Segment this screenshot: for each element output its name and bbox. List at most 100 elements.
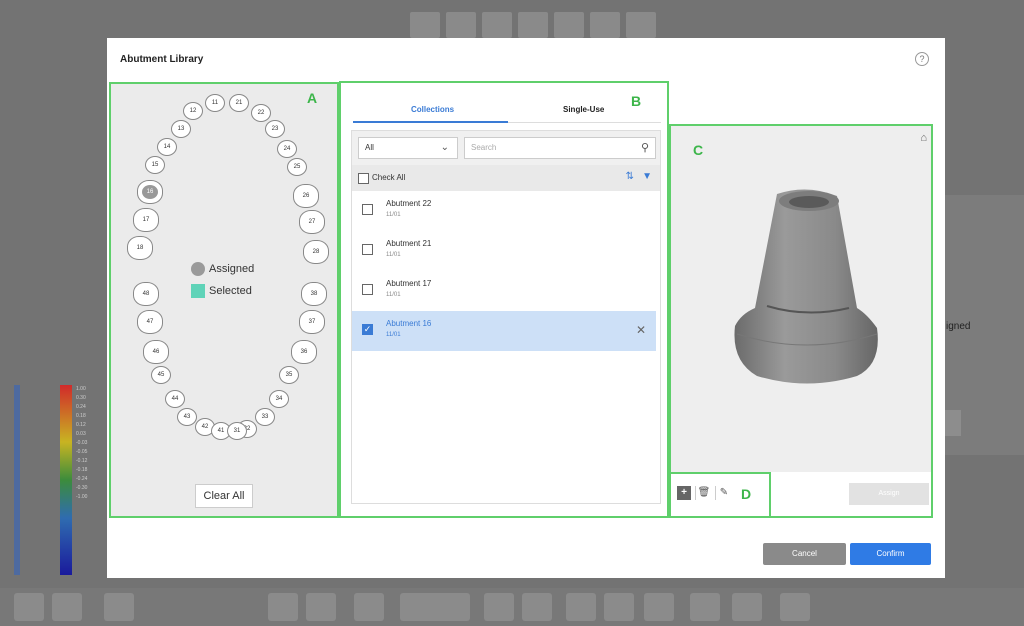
bottom-tool-8[interactable]: [644, 593, 674, 621]
tooth-17[interactable]: 17: [133, 208, 159, 232]
tab-single-use[interactable]: Single-Use: [563, 105, 604, 114]
toolbar-tool-5[interactable]: [554, 12, 584, 38]
cancel-button[interactable]: Cancel: [763, 543, 846, 565]
search-input[interactable]: Search ⚲: [464, 137, 656, 159]
tooth-43[interactable]: 43: [177, 408, 197, 426]
deviation-color-scale: 1.00 0.30 0.24 0.18 0.12 0.03 -0.03 -0.05 -0.12 -…: [10, 385, 100, 585]
toolbar-tool-3[interactable]: [482, 12, 512, 38]
assign-button[interactable]: Assign: [849, 483, 929, 505]
view-reset-icon[interactable]: ⌂: [920, 132, 927, 144]
tooth-16[interactable]: 16: [137, 180, 163, 204]
item-checkbox-checked[interactable]: ✓: [362, 324, 373, 335]
item-checkbox[interactable]: [362, 244, 373, 255]
bottom-tool-1[interactable]: [104, 593, 134, 621]
filter-icon[interactable]: ▼: [642, 171, 652, 182]
scale-slider-track[interactable]: [14, 385, 20, 575]
add-icon[interactable]: +: [677, 486, 691, 500]
scale-value: 0.18: [76, 413, 86, 419]
scale-value: -0.12: [76, 458, 88, 464]
scale-value: 0.24: [76, 404, 86, 410]
tooth-34[interactable]: 34: [269, 390, 289, 408]
tab-collections[interactable]: Collections: [411, 105, 454, 114]
check-all-row: Check All ⇅ ▼: [352, 165, 660, 191]
bottom-tool-5[interactable]: [484, 593, 514, 621]
toolbar-tool-6[interactable]: [590, 12, 620, 38]
dialog-title: Abutment Library: [120, 54, 204, 65]
check-all-checkbox[interactable]: [358, 173, 369, 184]
item-name: Abutment 16: [386, 319, 432, 328]
item-checkbox[interactable]: [362, 204, 373, 215]
search-icon[interactable]: ⚲: [641, 138, 649, 158]
tooth-31[interactable]: 31: [227, 422, 247, 440]
undo-icon[interactable]: [14, 593, 44, 621]
tooth-12[interactable]: 12: [183, 102, 203, 120]
clear-all-button[interactable]: Clear All: [195, 484, 253, 508]
toolbar-tool-1[interactable]: [410, 12, 440, 38]
tooth-44[interactable]: 44: [165, 390, 185, 408]
tooth-45[interactable]: 45: [151, 366, 171, 384]
library-edit-tools: + 🗑 ✎ D: [669, 472, 771, 518]
tooth-37[interactable]: 37: [299, 310, 325, 334]
tooth-14[interactable]: 14: [157, 138, 177, 156]
bottom-tool-3[interactable]: [306, 593, 336, 621]
close-icon[interactable]: ✕: [636, 323, 646, 337]
tooth-46[interactable]: 46: [143, 340, 169, 364]
scale-value: 0.12: [76, 422, 86, 428]
bottom-tool-10[interactable]: [780, 593, 810, 621]
tooth-18[interactable]: 18: [127, 236, 153, 260]
item-name: Abutment 21: [386, 239, 432, 248]
list-item-selected[interactable]: ✓ Abutment 16 11/01 ✕: [352, 311, 656, 351]
tooth-38[interactable]: 38: [301, 282, 327, 306]
tooth-35[interactable]: 35: [279, 366, 299, 384]
tooth-47[interactable]: 47: [137, 310, 163, 334]
trash-icon[interactable]: 🗑: [697, 486, 711, 500]
tooth-23[interactable]: 23: [265, 120, 285, 138]
tooth-27[interactable]: 27: [299, 210, 325, 234]
tooth-21[interactable]: 21: [229, 94, 249, 112]
confirm-button[interactable]: Confirm: [850, 543, 931, 565]
toolbar-tool-2[interactable]: [446, 12, 476, 38]
abutment-list-area: All ⌄ Search ⚲ Check All ⇅ ▼ Abutment 22…: [351, 130, 661, 504]
tooth-36[interactable]: 36: [291, 340, 317, 364]
category-select[interactable]: All ⌄: [358, 137, 458, 159]
tooth-15[interactable]: 15: [145, 156, 165, 174]
list-item[interactable]: Abutment 21 11/01: [352, 231, 656, 271]
toolbar-tool-4[interactable]: [518, 12, 548, 38]
abutment-library-dialog: Abutment Library ? A 11 21 12 22 13 23 14 24 15 2…: [107, 38, 945, 578]
tooth-22[interactable]: 22: [251, 104, 271, 122]
bottom-tool-9[interactable]: [690, 593, 720, 621]
abutment-items: Abutment 22 11/01 Abutment 21 11/01 Abut…: [352, 191, 660, 503]
divider: [695, 486, 696, 500]
bottom-tool-4[interactable]: [354, 593, 384, 621]
item-date: 11/01: [386, 292, 401, 298]
list-item[interactable]: Abutment 17 11/01: [352, 271, 656, 311]
check-all-label: Check All: [372, 173, 406, 182]
tooth-26[interactable]: 26: [293, 184, 319, 208]
divider: [715, 486, 716, 500]
tooth-13[interactable]: 13: [171, 120, 191, 138]
tooth-48[interactable]: 48: [133, 282, 159, 306]
bottom-tool-6[interactable]: [522, 593, 552, 621]
play-icon[interactable]: [566, 593, 596, 621]
sort-icon[interactable]: ⇅: [626, 171, 634, 182]
tooth-33[interactable]: 33: [255, 408, 275, 426]
redo-icon[interactable]: [52, 593, 82, 621]
panel-label-c: C: [693, 142, 704, 158]
trash-icon[interactable]: [732, 593, 762, 621]
bottom-tool-2[interactable]: [268, 593, 298, 621]
edit-icon[interactable]: ✎: [717, 486, 731, 500]
scale-value: -1.00: [76, 494, 88, 500]
list-item[interactable]: Abutment 22 11/01: [352, 191, 656, 231]
tooth-24[interactable]: 24: [277, 140, 297, 158]
scale-value: 0.03: [76, 431, 86, 437]
item-checkbox[interactable]: [362, 284, 373, 295]
tooth-28[interactable]: 28: [303, 240, 329, 264]
help-icon[interactable]: ?: [915, 52, 929, 66]
tooth-11[interactable]: 11: [205, 94, 225, 112]
toolbar-tool-7[interactable]: [626, 12, 656, 38]
background-button: [945, 410, 961, 436]
tooth-25[interactable]: 25: [287, 158, 307, 176]
assigned-swatch: [191, 262, 205, 276]
bottom-slider[interactable]: [400, 593, 470, 621]
bottom-tool-7[interactable]: [604, 593, 634, 621]
